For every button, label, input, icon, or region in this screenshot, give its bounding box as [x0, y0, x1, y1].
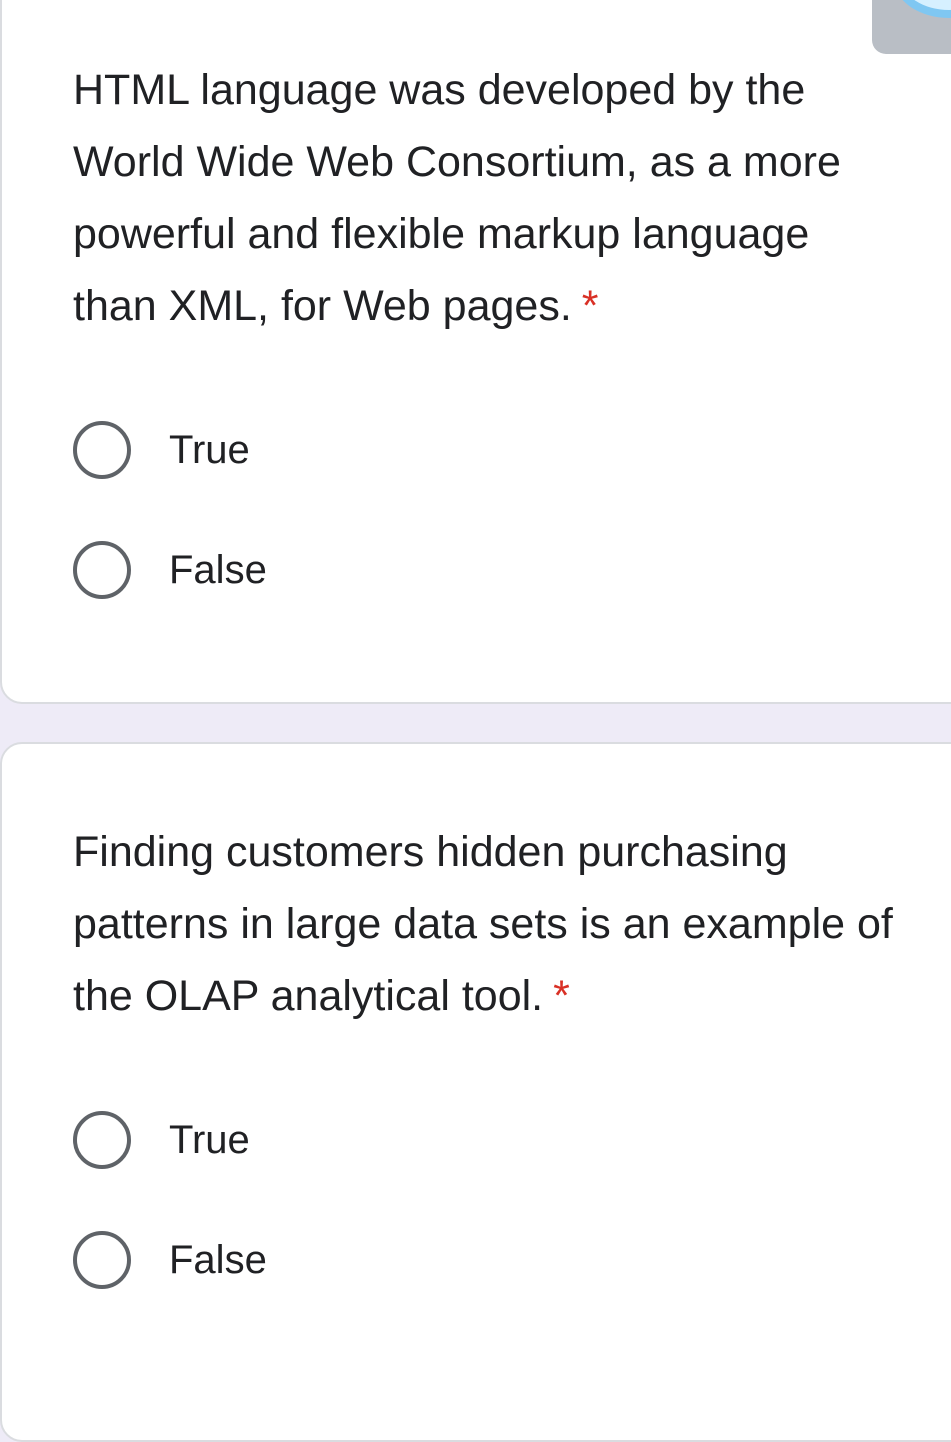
q2-option-false[interactable]: False	[73, 1231, 267, 1289]
question-1-title: HTML language was developed by the World…	[73, 54, 903, 342]
option-label: True	[169, 1117, 250, 1162]
q1-option-false[interactable]: False	[73, 541, 267, 599]
circle-icon	[894, 0, 951, 18]
question-1-text: HTML language was developed by the World…	[73, 66, 841, 330]
radio-button[interactable]	[73, 421, 131, 479]
option-label: False	[169, 547, 267, 592]
radio-button[interactable]	[73, 1111, 131, 1169]
q2-option-true[interactable]: True	[73, 1111, 250, 1169]
q1-option-true[interactable]: True	[73, 421, 250, 479]
question-2-title: Finding customers hidden purchasing patt…	[73, 816, 903, 1032]
radio-button[interactable]	[73, 1231, 131, 1289]
required-asterisk: *	[553, 972, 570, 1020]
radio-button[interactable]	[73, 541, 131, 599]
required-asterisk: *	[581, 282, 599, 330]
option-label: False	[169, 1237, 267, 1282]
question-2-text: Finding customers hidden purchasing patt…	[73, 828, 893, 1020]
floating-action-button[interactable]	[872, 0, 951, 54]
option-label: True	[169, 427, 250, 472]
